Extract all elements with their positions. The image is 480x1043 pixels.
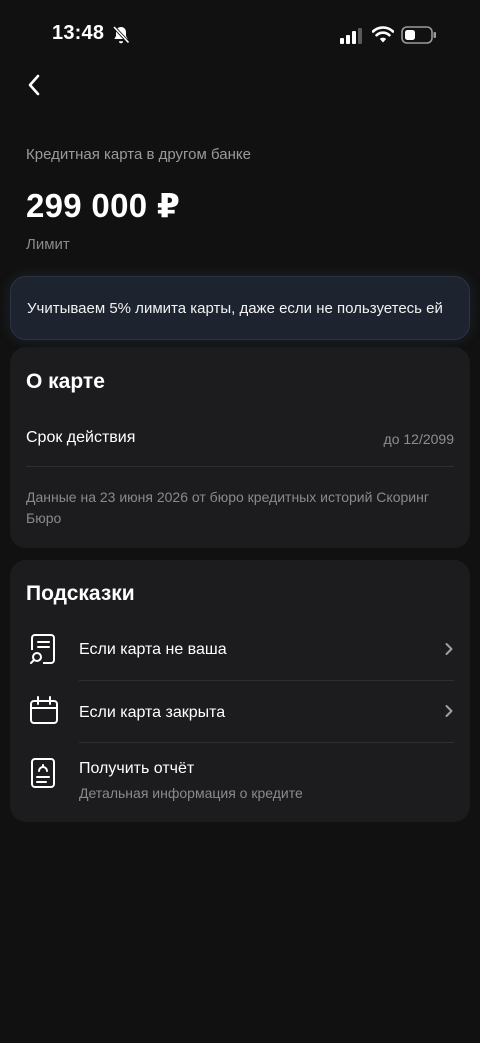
signal-icon — [340, 28, 362, 44]
limit-notice-banner: Учитываем 5% лимита карты, даже если не … — [10, 276, 470, 340]
bureau-note: Данные на 23 июня 2026 от бюро кредитных… — [26, 489, 429, 526]
chevron-left-icon — [28, 74, 40, 96]
limit-notice-text: Учитываем 5% лимита карты, даже если не … — [27, 299, 443, 317]
status-bar: 13:48 — [0, 0, 480, 70]
validity-label: Срок действия — [26, 429, 136, 446]
chevron-right-icon — [445, 643, 453, 655]
tip-card-not-yours[interactable]: Если карта не ваша — [26, 619, 454, 681]
report-icon — [31, 758, 55, 788]
limit-amount: 299 000 ₽ — [26, 187, 181, 224]
calendar-icon — [30, 696, 58, 724]
about-card-section: О карте Срок действия до 12/2099 Данные … — [10, 347, 470, 548]
tip-sublabel: Детальная информация о кредите — [79, 785, 303, 801]
about-card-title: О карте — [26, 370, 105, 393]
bell-slash-icon — [112, 25, 130, 44]
product-name: Кредитная карта в другом банке — [26, 146, 251, 163]
limit-label: Лимит — [26, 236, 70, 253]
back-button[interactable] — [16, 66, 52, 104]
battery-icon — [401, 26, 436, 44]
tip-label: Если карта не ваша — [79, 641, 227, 658]
validity-value: до 12/2099 — [383, 431, 454, 447]
tip-card-closed[interactable]: Если карта закрыта — [26, 681, 454, 743]
chevron-right-icon — [445, 705, 453, 717]
tips-title: Подсказки — [26, 582, 135, 605]
tip-label: Получить отчёт — [79, 760, 195, 777]
validity-row: Срок действия до 12/2099 — [26, 417, 454, 467]
wifi-icon — [372, 26, 394, 43]
status-time: 13:48 — [52, 22, 105, 44]
tip-get-report[interactable]: Получить отчёт Детальная информация о кр… — [26, 743, 454, 813]
tip-label: Если карта закрыта — [79, 704, 226, 721]
tips-section: Подсказки Если карта не ваша Если карта … — [10, 560, 470, 822]
document-search-icon — [30, 634, 55, 664]
